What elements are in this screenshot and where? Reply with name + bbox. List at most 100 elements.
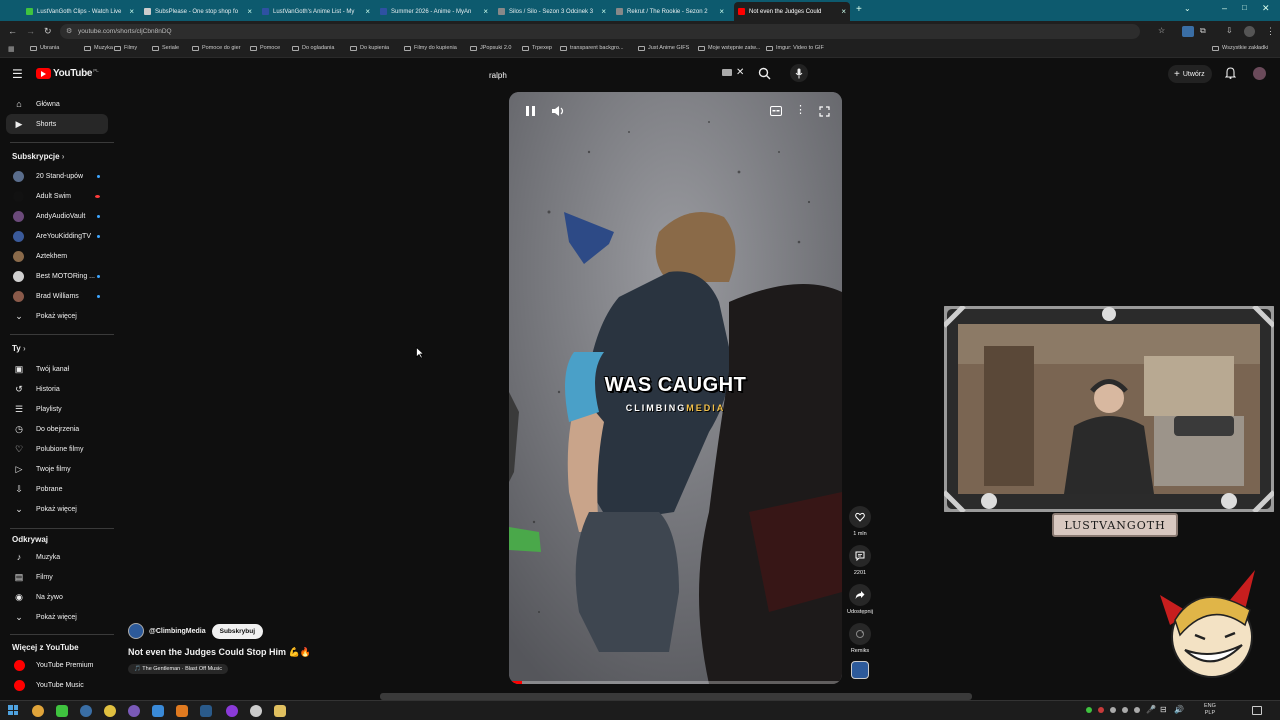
show-more-button[interactable]: ⌄ Pokaż więcej	[6, 499, 108, 519]
you-header[interactable]: Ty ›	[12, 344, 26, 353]
bookmark-item[interactable]: Seriale	[152, 45, 179, 51]
sidebar-subscription[interactable]: Aztekhem	[6, 246, 108, 266]
notification-center-icon[interactable]	[1252, 706, 1262, 715]
browser-tab[interactable]: Silos / Silo - Sezon 3 Odcinek 3 ×	[494, 2, 610, 21]
steam-taskbar-icon[interactable]	[200, 705, 212, 717]
bookmark-star-icon[interactable]: ☆	[1158, 26, 1165, 35]
browser-tab[interactable]: LustVanGoth Clips - Watch Live ×	[22, 2, 138, 21]
sidebar-item-you[interactable]: ▷ Twoje filmy	[6, 459, 108, 479]
notifications-bell-icon[interactable]	[1225, 67, 1236, 79]
video-title[interactable]: Not even the Judges Could Stop Him 💪🔥	[128, 647, 311, 658]
sidebar-subscription[interactable]: Best MOTORing ...	[6, 266, 108, 286]
browser-tab[interactable]: Rekrut / The Rookie - Sezon 2 ×	[612, 2, 728, 21]
sidebar-item-you[interactable]: ▣ Twój kanał	[6, 359, 108, 379]
bookmark-item[interactable]: Do ogladania	[292, 45, 334, 51]
minimize-button[interactable]: –	[1222, 3, 1227, 13]
search-icon[interactable]	[758, 67, 771, 80]
sidebar-item-you[interactable]: ⇩ Pobrane	[6, 479, 108, 499]
explorer-taskbar-icon[interactable]	[274, 705, 286, 717]
tab-close-icon[interactable]: ×	[719, 7, 724, 16]
tab-close-icon[interactable]: ×	[483, 7, 488, 16]
tray-icon-4[interactable]	[1122, 707, 1128, 713]
bookmark-item[interactable]: Pomoce do gier	[192, 45, 241, 51]
tab-close-icon[interactable]: ×	[365, 7, 370, 16]
tray-icon-3[interactable]	[1110, 707, 1116, 713]
share-action[interactable]: Udostępnij	[846, 584, 874, 615]
forward-icon[interactable]: →	[26, 26, 35, 36]
remix-action[interactable]: Remiks	[846, 623, 874, 654]
windows-start-icon[interactable]	[8, 705, 18, 715]
tab-close-icon[interactable]: ×	[247, 7, 252, 16]
browser-tab[interactable]: Summer 2026 - Anime - MyAn ×	[376, 2, 492, 21]
app-taskbar-icon-1[interactable]	[56, 705, 68, 717]
voice-search-button[interactable]	[790, 64, 808, 82]
sidebar-item-home[interactable]: ⌂ Główna	[6, 94, 108, 114]
tray-icon-2[interactable]	[1098, 707, 1104, 713]
bookmark-item[interactable]: Filmy	[114, 45, 137, 51]
sidebar-item-youtube-service[interactable]: YouTube Music	[6, 675, 108, 695]
tab-close-icon[interactable]: ×	[129, 7, 134, 16]
like-action[interactable]: 1 mln	[846, 506, 874, 537]
reload-icon[interactable]: ↻	[44, 26, 52, 37]
tray-icon-1[interactable]	[1086, 707, 1092, 713]
sound-source-thumbnail[interactable]	[851, 661, 869, 679]
share-button[interactable]	[849, 584, 871, 606]
subscribe-button[interactable]: Subskrybuj	[211, 623, 264, 639]
progress-track[interactable]	[509, 681, 842, 684]
app-taskbar-icon-6[interactable]	[226, 705, 238, 717]
sidebar-subscription[interactable]: 20 Stand-upów	[6, 166, 108, 186]
show-more-button[interactable]: ⌄ Pokaż więcej	[6, 306, 108, 326]
remix-button[interactable]	[849, 623, 871, 645]
bookmark-item[interactable]: Pomoce	[250, 45, 280, 51]
browser-tab[interactable]: LustVanGoth's Anime List - My ×	[258, 2, 374, 21]
tab-close-icon[interactable]: ×	[841, 7, 846, 16]
app-taskbar-icon-7[interactable]	[250, 705, 262, 717]
shorts-video-player[interactable]: ⋮ WAS CAUGHT CLIMBINGMEDIA	[509, 92, 842, 684]
input-language[interactable]: ENG PLP	[1204, 703, 1216, 717]
sidebar-subscription[interactable]: Adult Swim	[6, 186, 108, 206]
app-taskbar-icon-3[interactable]	[104, 705, 116, 717]
fullscreen-icon[interactable]	[819, 106, 830, 117]
like-button[interactable]	[849, 506, 871, 528]
sidebar-item-explore[interactable]: ♪ Muzyka	[6, 547, 108, 567]
bookmark-item[interactable]: Just Anime GIFS	[638, 45, 689, 51]
bookmark-item[interactable]: Filmy do kupienia	[404, 45, 457, 51]
account-avatar[interactable]	[1253, 67, 1266, 80]
app-taskbar-icon-5[interactable]	[152, 705, 164, 717]
network-tray-icon[interactable]: ⊟	[1160, 705, 1167, 714]
comment-action[interactable]: 2201	[846, 545, 874, 576]
chrome-taskbar-icon[interactable]	[32, 705, 44, 717]
sidebar-item-you[interactable]: ◷ Do obejrzenia	[6, 419, 108, 439]
bookmark-item[interactable]: Imgur: Video to GIF	[766, 45, 824, 51]
sidebar-item-shorts[interactable]: ▶ Shorts	[6, 114, 108, 134]
sidebar-item-you[interactable]: ↺ Historia	[6, 379, 108, 399]
site-info-icon[interactable]: ⚙	[66, 27, 72, 35]
bookmark-item[interactable]: Moje wstępnie zatw...	[698, 45, 760, 51]
show-more-button[interactable]: ⌄ Pokaż więcej	[6, 607, 108, 627]
clear-search-icon[interactable]: ✕	[736, 67, 744, 78]
music-chip[interactable]: 🎵 The Gentleman · Blast Off Music	[128, 664, 228, 674]
create-button[interactable]: + Utwórz	[1168, 65, 1212, 83]
sidebar-subscription[interactable]: AndyAudioVault	[6, 206, 108, 226]
microphone-tray-icon[interactable]: 🎤	[1146, 705, 1156, 714]
browser-tab[interactable]: SubsPlease - One stop shop fo ×	[140, 2, 256, 21]
apps-grid-icon[interactable]: ▦	[8, 45, 15, 53]
maximize-button[interactable]: □	[1242, 3, 1247, 12]
sidebar-item-explore[interactable]: ◉ Na żywo	[6, 587, 108, 607]
hamburger-menu-icon[interactable]: ☰	[12, 67, 23, 81]
window-close-button[interactable]: ✕	[1262, 3, 1270, 14]
sidebar-subscription[interactable]: AreYouKiddingTV	[6, 226, 108, 246]
channel-avatar[interactable]	[128, 623, 144, 639]
bookmark-item[interactable]: transparent backgro...	[560, 45, 624, 51]
profile-avatar[interactable]	[1244, 26, 1255, 37]
bookmark-item[interactable]: Do kupienia	[350, 45, 389, 51]
sidebar-item-you[interactable]: ♡ Polubione filmy	[6, 439, 108, 459]
more-options-icon[interactable]: ⋮	[795, 103, 806, 116]
browser-menu-icon[interactable]: ⋮	[1266, 26, 1275, 37]
extensions-icon[interactable]: ⧉	[1200, 26, 1206, 36]
new-tab-button[interactable]: +	[856, 4, 862, 15]
app-taskbar-icon-2[interactable]	[80, 705, 92, 717]
search-input[interactable]	[480, 64, 748, 86]
all-bookmarks[interactable]: Wszystkie zakładki	[1212, 45, 1268, 51]
address-bar[interactable]: ⚙ youtube.com/shorts/cljCbn8nDQ	[60, 24, 1140, 39]
